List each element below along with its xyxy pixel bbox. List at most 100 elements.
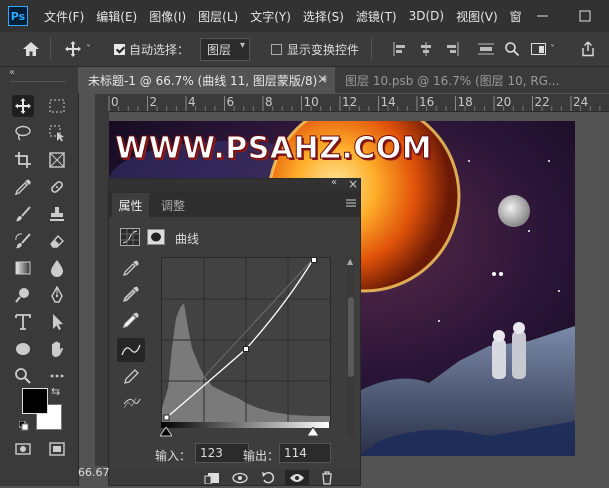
panel-scrollbar[interactable] [347,257,355,437]
tab-properties[interactable]: 属性 [112,193,149,217]
brush-tool-icon[interactable] [12,203,34,225]
close-panel-icon[interactable]: × [348,177,358,191]
auto-select-target-dropdown[interactable]: 图层 [200,37,251,61]
ruler-tick-label: 18 [458,95,473,109]
healing-brush-tool-icon[interactable] [46,176,68,198]
more-tools-icon[interactable] [46,365,68,387]
foreground-color-swatch[interactable] [22,388,48,414]
horizontal-ruler: 0 2 4 6 8 10 12 14 16 18 20 22 24 [95,94,609,112]
tab-adjustments[interactable]: 调整 [153,193,193,217]
object-selection-tool-icon[interactable] [46,122,68,144]
chevron-down-icon[interactable]: ˅ [550,44,555,55]
move-tool-preset-icon[interactable]: ˅ [64,32,91,66]
output-value-field[interactable]: 114 [279,443,331,463]
menu-type[interactable]: 文字(Y) [244,8,297,25]
options-bar: ˅ 自动选择： 图层 显示变换控件 ˅ [0,32,609,67]
eraser-tool-icon[interactable] [46,230,68,252]
reset-icon[interactable] [261,471,275,488]
ruler-tick-label: 2 [150,95,158,109]
type-tool-icon[interactable] [12,311,34,333]
menu-bar: Ps 文件(F) 编辑(E) 图像(I) 图层(L) 文字(Y) 选择(S) 滤… [0,0,609,32]
ruler-tick-label: 16 [419,95,434,109]
default-colors-icon[interactable] [18,420,29,431]
lasso-tool-icon[interactable] [12,122,34,144]
menu-window[interactable]: 窗 [504,8,528,25]
hand-tool-icon[interactable] [46,338,68,360]
auto-select-label: 自动选择： [129,42,190,57]
scroll-up-icon[interactable]: ▲ [347,257,353,266]
menu-view[interactable]: 视图(V) [450,8,504,25]
curves-graph[interactable] [161,257,331,423]
ellipse-tool-icon[interactable] [12,338,34,360]
show-transform-label: 显示变换控件 [287,42,360,57]
tab-document-active[interactable]: 未标题-1 @ 66.7% (曲线 11, 图层蒙版/8) * [78,67,343,93]
show-transform-checkbox[interactable] [271,43,282,55]
panel-menu-icon[interactable] [345,197,357,212]
adjustment-name: 曲线 [175,232,200,246]
ruler-tick-label: 4 [188,95,196,109]
share-icon[interactable] [580,32,596,66]
document-tab-bar: 未标题-1 @ 66.7% (曲线 11, 图层蒙版/8) * × 图层 10.… [78,67,609,93]
dodge-tool-icon[interactable] [12,284,34,306]
blur-tool-icon[interactable] [46,257,68,279]
screen-mode-icon[interactable] [46,438,68,460]
menu-edit[interactable]: 编辑(E) [90,8,143,25]
workspace-icon[interactable]: ˅ [530,32,555,66]
eyedropper-tool-icon[interactable] [12,176,34,198]
crop-tool-icon[interactable] [12,149,34,171]
view-previous-state-icon[interactable] [231,472,249,487]
white-point-slider[interactable] [306,426,320,440]
clip-to-layer-icon[interactable] [204,472,220,487]
menu-image[interactable]: 图像(I) [143,8,192,25]
menu-3d[interactable]: 3D(D) [403,9,450,23]
collapse-panel-icon[interactable]: « [331,177,337,188]
menu-filter[interactable]: 滤镜(T) [350,8,403,25]
quick-mask-icon[interactable] [12,438,34,460]
align-left-icon[interactable] [392,32,408,66]
align-right-icon[interactable] [444,32,460,66]
menu-file[interactable]: 文件(F) [38,8,90,25]
home-icon[interactable] [22,32,40,66]
close-tab-icon[interactable]: × [317,72,328,87]
menu-layer[interactable]: 图层(L) [192,8,244,25]
divider [371,38,372,60]
swap-colors-icon[interactable]: ⇆ [51,385,60,398]
draw-pencil-icon[interactable] [122,368,140,389]
zoom-tool-icon[interactable] [12,365,34,387]
sample-shadow-eyedropper-icon[interactable] [122,259,140,280]
align-center-icon[interactable] [418,32,434,66]
path-selection-tool-icon[interactable] [46,311,68,333]
sample-highlight-eyedropper-icon[interactable] [122,311,140,332]
scrollbar-thumb[interactable] [348,297,354,377]
move-tool-icon[interactable] [12,95,34,117]
ruler-tick-label: 10 [304,95,319,109]
gradient-tool-icon[interactable] [12,257,34,279]
black-point-slider[interactable] [159,426,173,440]
minimize-icon[interactable] [528,6,558,26]
tab-document-inactive[interactable]: 图层 10.psb @ 16.7% (图层 10, RG... [335,67,609,93]
sample-midtone-eyedropper-icon[interactable] [122,285,140,306]
tools-panel: « ⇆ [0,67,79,486]
pen-tool-icon[interactable] [46,284,68,306]
chevron-down-icon[interactable]: ˅ [86,44,91,55]
marquee-tool-icon[interactable] [46,95,68,117]
distribute-icon[interactable] [477,32,495,66]
maximize-icon[interactable] [570,6,600,26]
history-brush-tool-icon[interactable] [12,230,34,252]
ruler-tick-label: 14 [381,95,396,109]
search-icon[interactable] [504,32,520,66]
divider [50,38,51,60]
smooth-curve-icon[interactable] [122,394,142,415]
ruler-tick-label: 0 [111,95,119,109]
toggle-visibility-icon[interactable] [285,470,309,485]
menu-select[interactable]: 选择(S) [297,8,350,25]
collapse-panel-icon[interactable]: « [9,67,15,78]
frame-tool-icon[interactable] [46,149,68,171]
clone-stamp-tool-icon[interactable] [46,203,68,225]
edit-points-tool-icon[interactable] [117,338,145,362]
layer-mask-icon[interactable] [147,229,165,245]
input-value-field[interactable]: 123 [195,443,249,463]
delete-icon[interactable] [321,471,333,488]
zoom-status: 66.67 [78,466,110,479]
auto-select-checkbox[interactable] [114,43,125,55]
